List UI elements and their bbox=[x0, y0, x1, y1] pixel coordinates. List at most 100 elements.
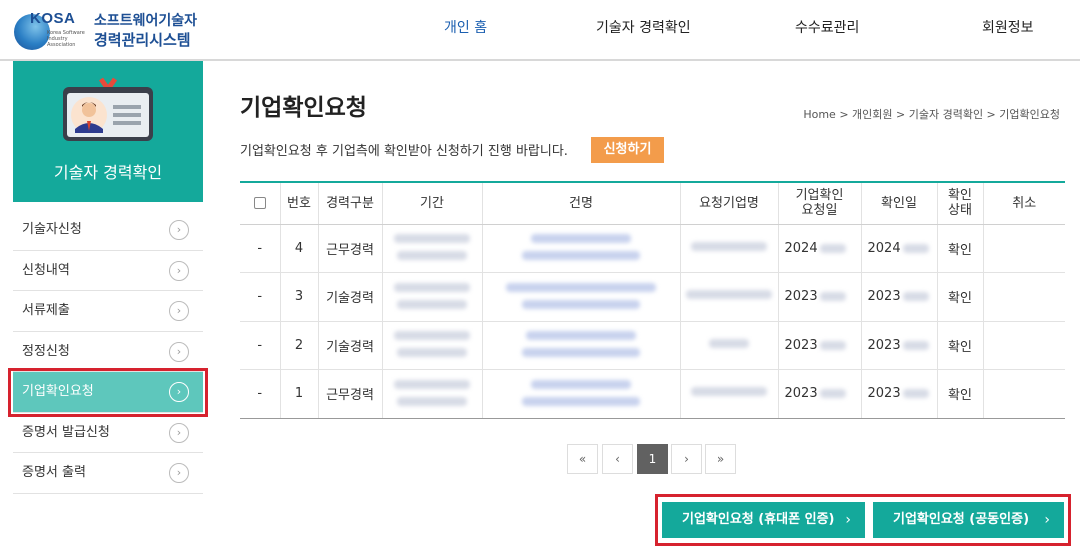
logo-subtitle: Korea Software Industry Association bbox=[47, 30, 85, 48]
row-career-type: 기술경력 bbox=[318, 272, 383, 322]
sidebar-item-label: 기술자신청 bbox=[22, 222, 82, 237]
table-row: - 4 근무경력 2024 2024 확인 bbox=[240, 224, 1065, 273]
sidebar-item-correction-request[interactable]: 정정신청 › bbox=[13, 332, 203, 372]
row-cancel bbox=[983, 369, 1065, 419]
breadcrumb: Home > 개인회원 > 기술자 경력확인 > 기업확인요청 bbox=[803, 108, 1060, 121]
circle-chevron-right-icon: › bbox=[169, 341, 189, 362]
row-period-redacted bbox=[382, 224, 483, 273]
col-cancel: 취소 bbox=[983, 181, 1065, 225]
sidebar-item-engineer-apply[interactable]: 기술자신청 › bbox=[13, 210, 203, 251]
row-request-date-year: 2023 bbox=[784, 289, 818, 305]
sidebar-item-label: 증명서 발급신청 bbox=[22, 424, 110, 440]
row-confirm-date: 2023 bbox=[861, 272, 938, 322]
row-request-date: 2023 bbox=[778, 321, 862, 370]
row-company-redacted bbox=[680, 321, 779, 370]
row-request-date-year: 2023 bbox=[784, 337, 818, 353]
row-company-redacted bbox=[680, 224, 779, 273]
nav-career-check[interactable]: 기술자 경력확인 bbox=[596, 0, 691, 58]
col-career-type: 경력구분 bbox=[318, 181, 383, 225]
circle-chevron-right-icon: › bbox=[169, 382, 189, 402]
sidebar-hero-title: 기술자 경력확인 bbox=[53, 163, 163, 182]
row-number: 3 bbox=[280, 272, 319, 322]
table-row: - 1 근무경력 2023 2023 확인 bbox=[240, 369, 1065, 419]
page-1-button[interactable]: 1 bbox=[637, 444, 668, 474]
nav-member-info[interactable]: 회원정보 bbox=[982, 0, 1034, 58]
row-status: 확인 bbox=[937, 224, 984, 273]
row-confirm-date-year: 2023 bbox=[867, 289, 901, 305]
nav-personal-home[interactable]: 개인 홈 bbox=[444, 0, 487, 58]
sidebar-item-label: 기업확인요청 bbox=[22, 384, 94, 399]
row-project-redacted[interactable] bbox=[482, 224, 681, 273]
row-career-type: 근무경력 bbox=[318, 369, 383, 419]
row-confirm-date: 2023 bbox=[861, 369, 938, 419]
table-row: - 3 기술경력 2023 2023 확인 bbox=[240, 272, 1065, 322]
row-request-date: 2023 bbox=[778, 272, 862, 322]
col-select-all[interactable] bbox=[240, 181, 281, 225]
row-number: 2 bbox=[280, 321, 319, 370]
row-number: 1 bbox=[280, 369, 319, 419]
row-company-redacted bbox=[680, 369, 779, 419]
row-period-redacted bbox=[382, 369, 483, 419]
row-request-date-year: 2023 bbox=[784, 386, 818, 402]
row-check: - bbox=[240, 369, 281, 419]
circle-chevron-right-icon: › bbox=[169, 260, 189, 281]
col-request-date: 기업확인 요청일 bbox=[778, 181, 862, 225]
row-project-redacted[interactable] bbox=[482, 272, 681, 322]
sidebar-item-certificate-print[interactable]: 증명서 출력 › bbox=[13, 453, 203, 494]
sidebar-hero: 기술자 경력확인 bbox=[13, 61, 203, 202]
chevron-right-icon: › bbox=[845, 512, 851, 528]
row-confirm-date: 2024 bbox=[861, 224, 938, 273]
sidebar-item-label: 신청내역 bbox=[22, 262, 70, 278]
sidebar-menu: 기술자신청 › 신청내역 › 서류제출 › 정정신청 › 기업확인요청 › 증명… bbox=[13, 210, 203, 494]
row-check: - bbox=[240, 224, 281, 273]
row-check: - bbox=[240, 321, 281, 370]
row-cancel bbox=[983, 224, 1065, 273]
sidebar-item-application-history[interactable]: 신청내역 › bbox=[13, 251, 203, 291]
nav-fee-management[interactable]: 수수료관리 bbox=[795, 0, 859, 58]
first-page-button[interactable]: « bbox=[567, 444, 598, 474]
table-header-row: 번호 경력구분 기간 건명 요청기업명 기업확인 요청일 확인일 확인 상태 취… bbox=[240, 181, 1065, 225]
page-description: 기업확인요청 후 기업측에 확인받아 신청하기 진행 바랍니다. bbox=[240, 144, 568, 159]
next-page-button[interactable]: › bbox=[671, 444, 702, 474]
logo-title-line1: 소프트웨어기술자 bbox=[94, 13, 198, 29]
prev-page-button[interactable]: ‹ bbox=[602, 444, 633, 474]
sidebar-item-document-submit[interactable]: 서류제출 › bbox=[13, 291, 203, 332]
sidebar-item-label: 증명서 출력 bbox=[22, 465, 86, 480]
last-page-button[interactable]: » bbox=[705, 444, 736, 474]
row-check: - bbox=[240, 272, 281, 322]
row-status: 확인 bbox=[937, 272, 984, 322]
circle-chevron-right-icon: › bbox=[169, 422, 189, 443]
col-company-name: 요청기업명 bbox=[680, 181, 779, 225]
confirm-request-phone-button[interactable]: 기업확인요청 (휴대폰 인증) › bbox=[662, 502, 865, 538]
row-confirm-date-year: 2024 bbox=[867, 240, 901, 256]
logo-title-line2: 경력관리시스템 bbox=[94, 31, 191, 49]
row-request-date: 2023 bbox=[778, 369, 862, 419]
confirm-request-phone-label: 기업확인요청 (휴대폰 인증) bbox=[682, 512, 835, 527]
row-career-type: 기술경력 bbox=[318, 321, 383, 370]
col-number: 번호 bbox=[280, 181, 319, 225]
row-confirm-date: 2023 bbox=[861, 321, 938, 370]
confirm-request-cert-button[interactable]: 기업확인요청 (공동인증) › bbox=[873, 502, 1064, 538]
page-title: 기업확인요청 bbox=[240, 95, 367, 121]
top-header: KOSA Korea Software Industry Association… bbox=[0, 0, 1080, 61]
sidebar-item-certificate-apply[interactable]: 증명서 발급신청 › bbox=[13, 413, 203, 453]
row-project-redacted[interactable] bbox=[482, 321, 681, 370]
sidebar-item-company-confirm-request[interactable]: 기업확인요청 › bbox=[13, 372, 203, 413]
row-period-redacted bbox=[382, 272, 483, 322]
col-project-name: 건명 bbox=[482, 181, 681, 225]
row-company-redacted bbox=[680, 272, 779, 322]
row-project-redacted[interactable] bbox=[482, 369, 681, 419]
confirm-request-cert-label: 기업확인요청 (공동인증) bbox=[893, 512, 1030, 527]
id-card-icon bbox=[63, 77, 153, 141]
sidebar-item-label: 정정신청 bbox=[22, 343, 70, 359]
col-confirm-date: 확인일 bbox=[861, 181, 938, 225]
apply-button[interactable]: 신청하기 bbox=[591, 137, 664, 163]
select-all-checkbox[interactable] bbox=[253, 197, 266, 210]
col-request-date-label: 기업확인 요청일 bbox=[795, 188, 844, 219]
table-row: - 2 기술경력 2023 2023 확인 bbox=[240, 321, 1065, 370]
kosa-logo[interactable]: KOSA Korea Software Industry Association… bbox=[12, 8, 222, 52]
row-status: 확인 bbox=[937, 321, 984, 370]
row-cancel bbox=[983, 321, 1065, 370]
logo-kosa-text: KOSA bbox=[30, 10, 76, 27]
row-confirm-date-year: 2023 bbox=[867, 337, 901, 353]
